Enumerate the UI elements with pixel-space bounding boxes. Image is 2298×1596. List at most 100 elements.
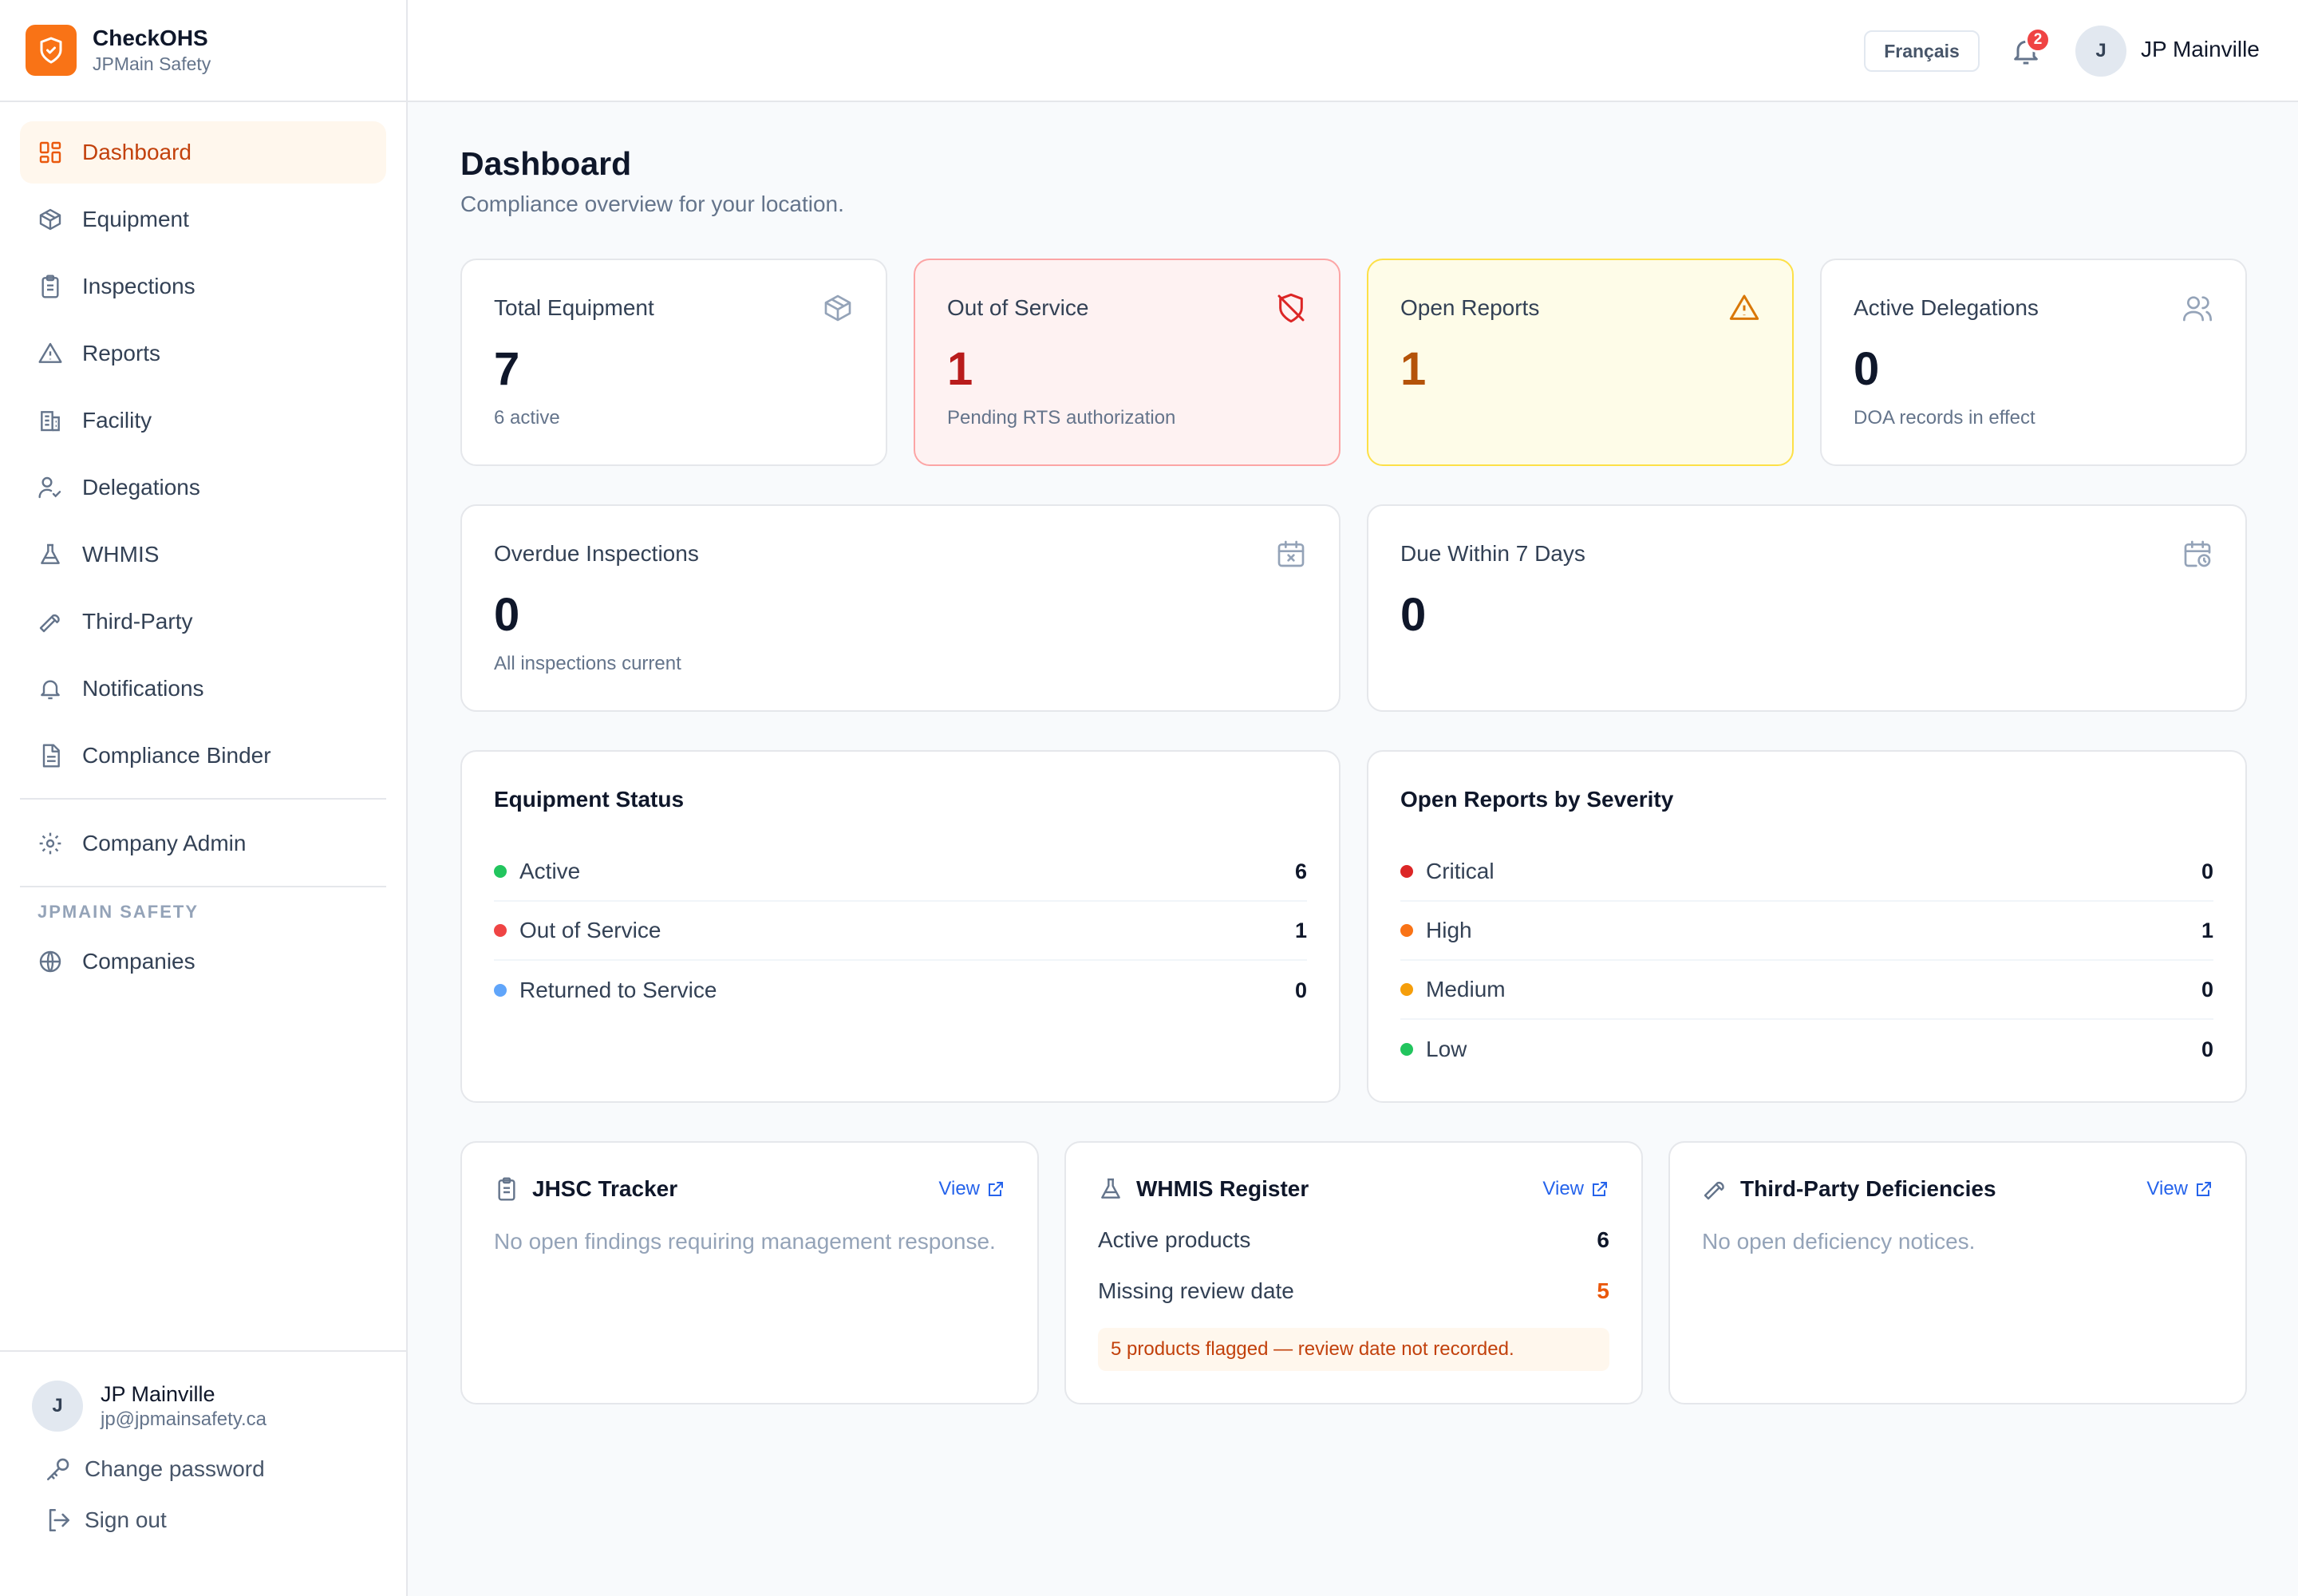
user-avatar[interactable]: J	[2075, 26, 2126, 77]
stat-value: 1	[1400, 343, 1427, 395]
list-label: Critical	[1426, 859, 1494, 883]
sidebar-item-label: Notifications	[82, 676, 204, 701]
list-label: Active	[519, 859, 581, 883]
status-dot-active	[494, 865, 507, 878]
bell-icon	[38, 676, 63, 701]
severity-dot-low	[1400, 1043, 1413, 1056]
sidebar-item-equipment[interactable]: Equipment	[20, 188, 386, 251]
avatar: J	[32, 1381, 83, 1432]
list-item: Returned to Service 0	[494, 961, 1307, 1020]
list-label: Medium	[1426, 977, 1506, 1001]
sidebar-item-dashboard[interactable]: Dashboard	[20, 121, 386, 184]
sidebar-item-label: Dashboard	[82, 140, 192, 164]
change-password-link[interactable]: Change password	[32, 1456, 406, 1483]
sidebar-item-third-party[interactable]: Third-Party	[20, 591, 386, 653]
sign-out-link[interactable]: Sign out	[32, 1507, 406, 1534]
sidebar-item-label: Third-Party	[82, 609, 193, 634]
language-toggle-button[interactable]: Français	[1864, 30, 1980, 72]
sidebar-item-label: Company Admin	[82, 831, 247, 855]
sidebar-item-delegations[interactable]: Delegations	[20, 456, 386, 519]
severity-dot-critical	[1400, 865, 1413, 878]
whmis-missing-review-row: Missing review date 5	[1098, 1278, 1609, 1304]
list-value: 0	[2201, 1037, 2213, 1061]
panel-title: Open Reports by Severity	[1400, 787, 1674, 812]
cube-icon	[822, 292, 854, 324]
card-title: JHSC Tracker	[532, 1176, 678, 1201]
whmis-view-link[interactable]: View	[1542, 1178, 1609, 1200]
list-label: Out of Service	[519, 918, 661, 942]
sidebar-item-reports[interactable]: Reports	[20, 322, 386, 385]
sidebar-item-label: Compliance Binder	[82, 743, 271, 768]
sidebar-item-compliance-binder[interactable]: Compliance Binder	[20, 725, 386, 787]
clipboard-icon	[38, 274, 63, 299]
stat-value: 0	[494, 589, 520, 641]
card-title: Third-Party Deficiencies	[1740, 1176, 1996, 1201]
equipment-status-panel: Equipment Status Active 6 Out of Service…	[460, 750, 1340, 1103]
list-item: Active 6	[494, 843, 1307, 902]
sidebar-nav: Dashboard Equipment Inspections Reports …	[0, 102, 406, 993]
list-value: 1	[1294, 918, 1307, 942]
sidebar-item-label: WHMIS	[82, 542, 160, 567]
cube-icon	[38, 207, 63, 232]
brand-name: CheckOHS	[93, 26, 208, 50]
stat-card-open-reports[interactable]: Open Reports 1	[1367, 259, 1794, 466]
user-menu-name[interactable]: JP Mainville	[2141, 37, 2260, 62]
external-link-icon	[2197, 1182, 2211, 1196]
dashboard-icon	[38, 140, 63, 165]
key-icon	[45, 1456, 72, 1483]
kv-label: Missing review date	[1098, 1278, 1294, 1303]
nav-section-heading: JPMAIN SAFETY	[38, 902, 199, 922]
sidebar-item-facility[interactable]: Facility	[20, 389, 386, 452]
whmis-register-card: WHMIS Register View Active products 6 Mi…	[1064, 1141, 1643, 1404]
sidebar-item-companies[interactable]: Companies	[20, 930, 386, 993]
sidebar-item-label: Reports	[82, 341, 161, 365]
sidebar-item-whmis[interactable]: WHMIS	[20, 523, 386, 586]
list-label: High	[1426, 918, 1472, 942]
severity-dot-medium	[1400, 983, 1413, 996]
document-icon	[38, 743, 63, 768]
sidebar-item-label: Companies	[82, 949, 195, 974]
warning-triangle-icon	[38, 341, 63, 366]
reports-by-severity-panel: Open Reports by Severity Critical 0 High…	[1367, 750, 2247, 1103]
calendar-x-icon	[1275, 538, 1307, 570]
notification-count-badge: 2	[2025, 27, 2051, 53]
card-title: WHMIS Register	[1136, 1176, 1309, 1201]
wrench-icon	[38, 609, 63, 634]
list-value: 0	[2201, 977, 2213, 1001]
stat-label: Total Equipment	[494, 295, 654, 320]
stat-card-due-within-7-days[interactable]: Due Within 7 Days 0	[1367, 504, 2247, 712]
sidebar-item-company-admin[interactable]: Company Admin	[20, 812, 386, 875]
user-name: JP Mainville	[101, 1382, 215, 1406]
jhsc-view-link[interactable]: View	[938, 1178, 1005, 1200]
kv-value: 6	[1597, 1227, 1609, 1252]
list-item: Medium 0	[1400, 961, 2213, 1020]
sidebar-item-notifications[interactable]: Notifications	[20, 658, 386, 720]
user-email: jp@jpmainsafety.ca	[101, 1408, 267, 1430]
stat-card-overdue-inspections[interactable]: Overdue Inspections 0 All inspections cu…	[460, 504, 1340, 712]
user-profile: J JP Mainville jp@jpmainsafety.ca	[32, 1381, 406, 1432]
topbar: Français 2 J JP Mainville	[408, 0, 2298, 102]
list-item: Out of Service 1	[494, 902, 1307, 961]
severity-list: Critical 0 High 1 Medium 0 Low 0	[1400, 843, 2213, 1079]
users-icon	[2182, 292, 2213, 324]
external-link-icon	[1593, 1182, 1607, 1196]
shield-logo-icon	[26, 25, 77, 76]
list-value: 1	[2201, 918, 2213, 942]
stat-card-active-delegations[interactable]: Active Delegations 0 DOA records in effe…	[1820, 259, 2247, 466]
list-value: 6	[1294, 859, 1307, 883]
stat-note: 6 active	[494, 407, 560, 429]
third-party-view-link[interactable]: View	[2146, 1178, 2213, 1200]
view-label: View	[938, 1178, 980, 1199]
calendar-clock-icon	[2182, 538, 2213, 570]
equipment-status-list: Active 6 Out of Service 1 Returned to Se…	[494, 843, 1307, 1020]
sidebar-item-label: Equipment	[82, 207, 189, 231]
stat-card-total-equipment[interactable]: Total Equipment 7 6 active	[460, 259, 887, 466]
stat-value: 0	[1400, 589, 1427, 641]
jhsc-tracker-card: JHSC Tracker View No open findings requi…	[460, 1141, 1039, 1404]
stat-card-out-of-service[interactable]: Out of Service 1 Pending RTS authorizati…	[914, 259, 1340, 466]
sidebar-item-inspections[interactable]: Inspections	[20, 255, 386, 318]
empty-state-text: No open deficiency notices.	[1702, 1229, 1976, 1254]
flask-icon	[38, 542, 63, 567]
kv-label: Active products	[1098, 1227, 1251, 1252]
sidebar-item-label: Facility	[82, 408, 152, 433]
